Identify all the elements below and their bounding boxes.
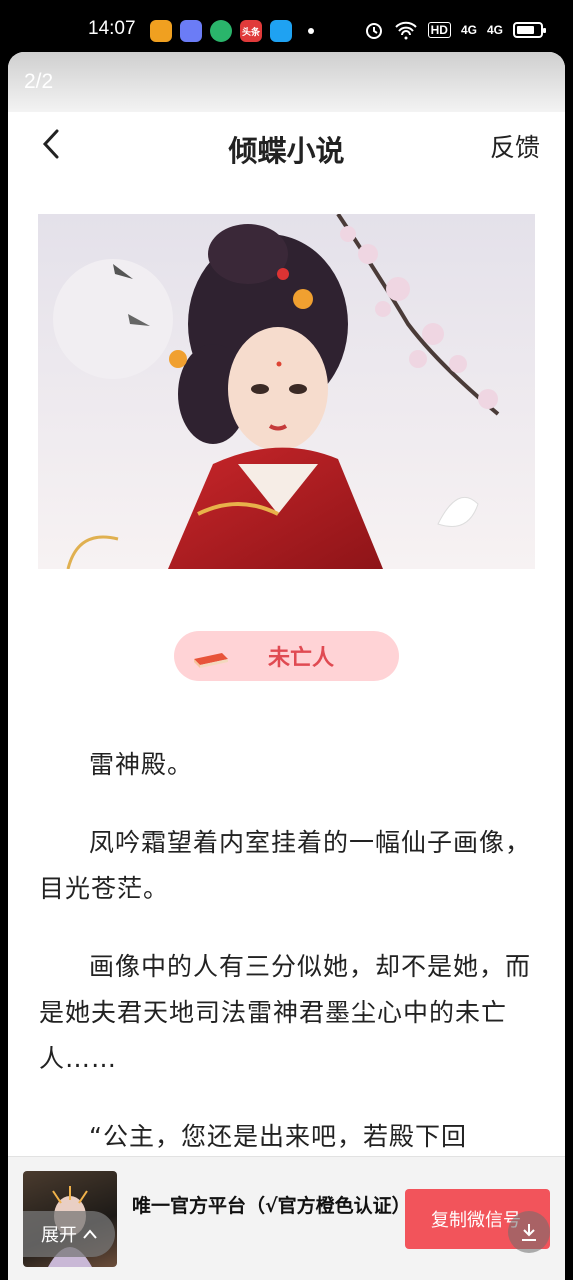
battery-level <box>517 26 534 34</box>
article-body: 雷神殿。 凤吟霜望着内室挂着的一幅仙子画像，目光苍茫。 画像中的人有三分似她，却… <box>39 742 539 1192</box>
paragraph: 雷神殿。 <box>89 750 194 779</box>
download-icon <box>522 1224 536 1241</box>
signal-4g-icon: 4G <box>460 23 477 37</box>
hd-icon: HD <box>427 22 451 38</box>
notification-icons: 头条 <box>150 20 314 42</box>
signal-4g-icon-2: 4G <box>486 23 503 37</box>
feedback-button[interactable]: 反馈 <box>490 128 540 164</box>
expand-button[interactable]: 展开 <box>23 1211 115 1257</box>
paragraph: 画像中的人有三分似她，却不是她，而是她夫君天地司法雷神君墨尘心中的未亡人…… <box>39 952 532 1073</box>
card-header: 2/2 <box>8 52 565 112</box>
app-icon-5 <box>270 20 292 42</box>
status-bar: 14:07 头条 HD 4G 4G <box>0 0 573 52</box>
app-icon-1 <box>150 20 172 42</box>
page-indicator: 2/2 <box>24 70 54 93</box>
cover-illustration <box>38 214 535 569</box>
page-title: 倾蝶小说 <box>228 134 345 168</box>
wifi-icon <box>394 21 417 40</box>
chapter-title: 未亡人 <box>268 646 335 671</box>
chevron-up-icon <box>83 1229 97 1239</box>
app-icon-3 <box>210 20 232 42</box>
battery-icon <box>513 22 546 38</box>
reader-card: 2/2 倾蝶小说 反馈 未亡人 雷神殿。 凤吟霜望着内室挂着的一幅仙子画像，目光… <box>8 52 565 1280</box>
promo-banner: 展开 唯一官方平台（√官方橙色认证） 复制微信号 <box>8 1156 565 1280</box>
paragraph: “公主，您还是出来吧，若殿下回 <box>89 1122 467 1151</box>
chapter-title-pill: 未亡人 <box>174 631 399 681</box>
paragraph: 凤吟霜望着内室挂着的一幅仙子画像，目光苍茫。 <box>39 828 532 903</box>
banner-text: 唯一官方平台（√官方橙色认证） <box>132 1195 411 1217</box>
system-icons: HD 4G 4G <box>364 20 546 40</box>
alarm-icon <box>365 23 382 39</box>
status-time: 14:07 <box>88 18 136 39</box>
expand-label: 展开 <box>41 1225 77 1246</box>
more-notifications-dot <box>308 28 314 34</box>
download-button[interactable] <box>508 1211 550 1253</box>
app-icon-2 <box>180 20 202 42</box>
book-icon <box>194 653 228 668</box>
nav-bar: 倾蝶小说 反馈 <box>8 112 565 182</box>
toutiao-icon: 头条 <box>240 20 262 42</box>
